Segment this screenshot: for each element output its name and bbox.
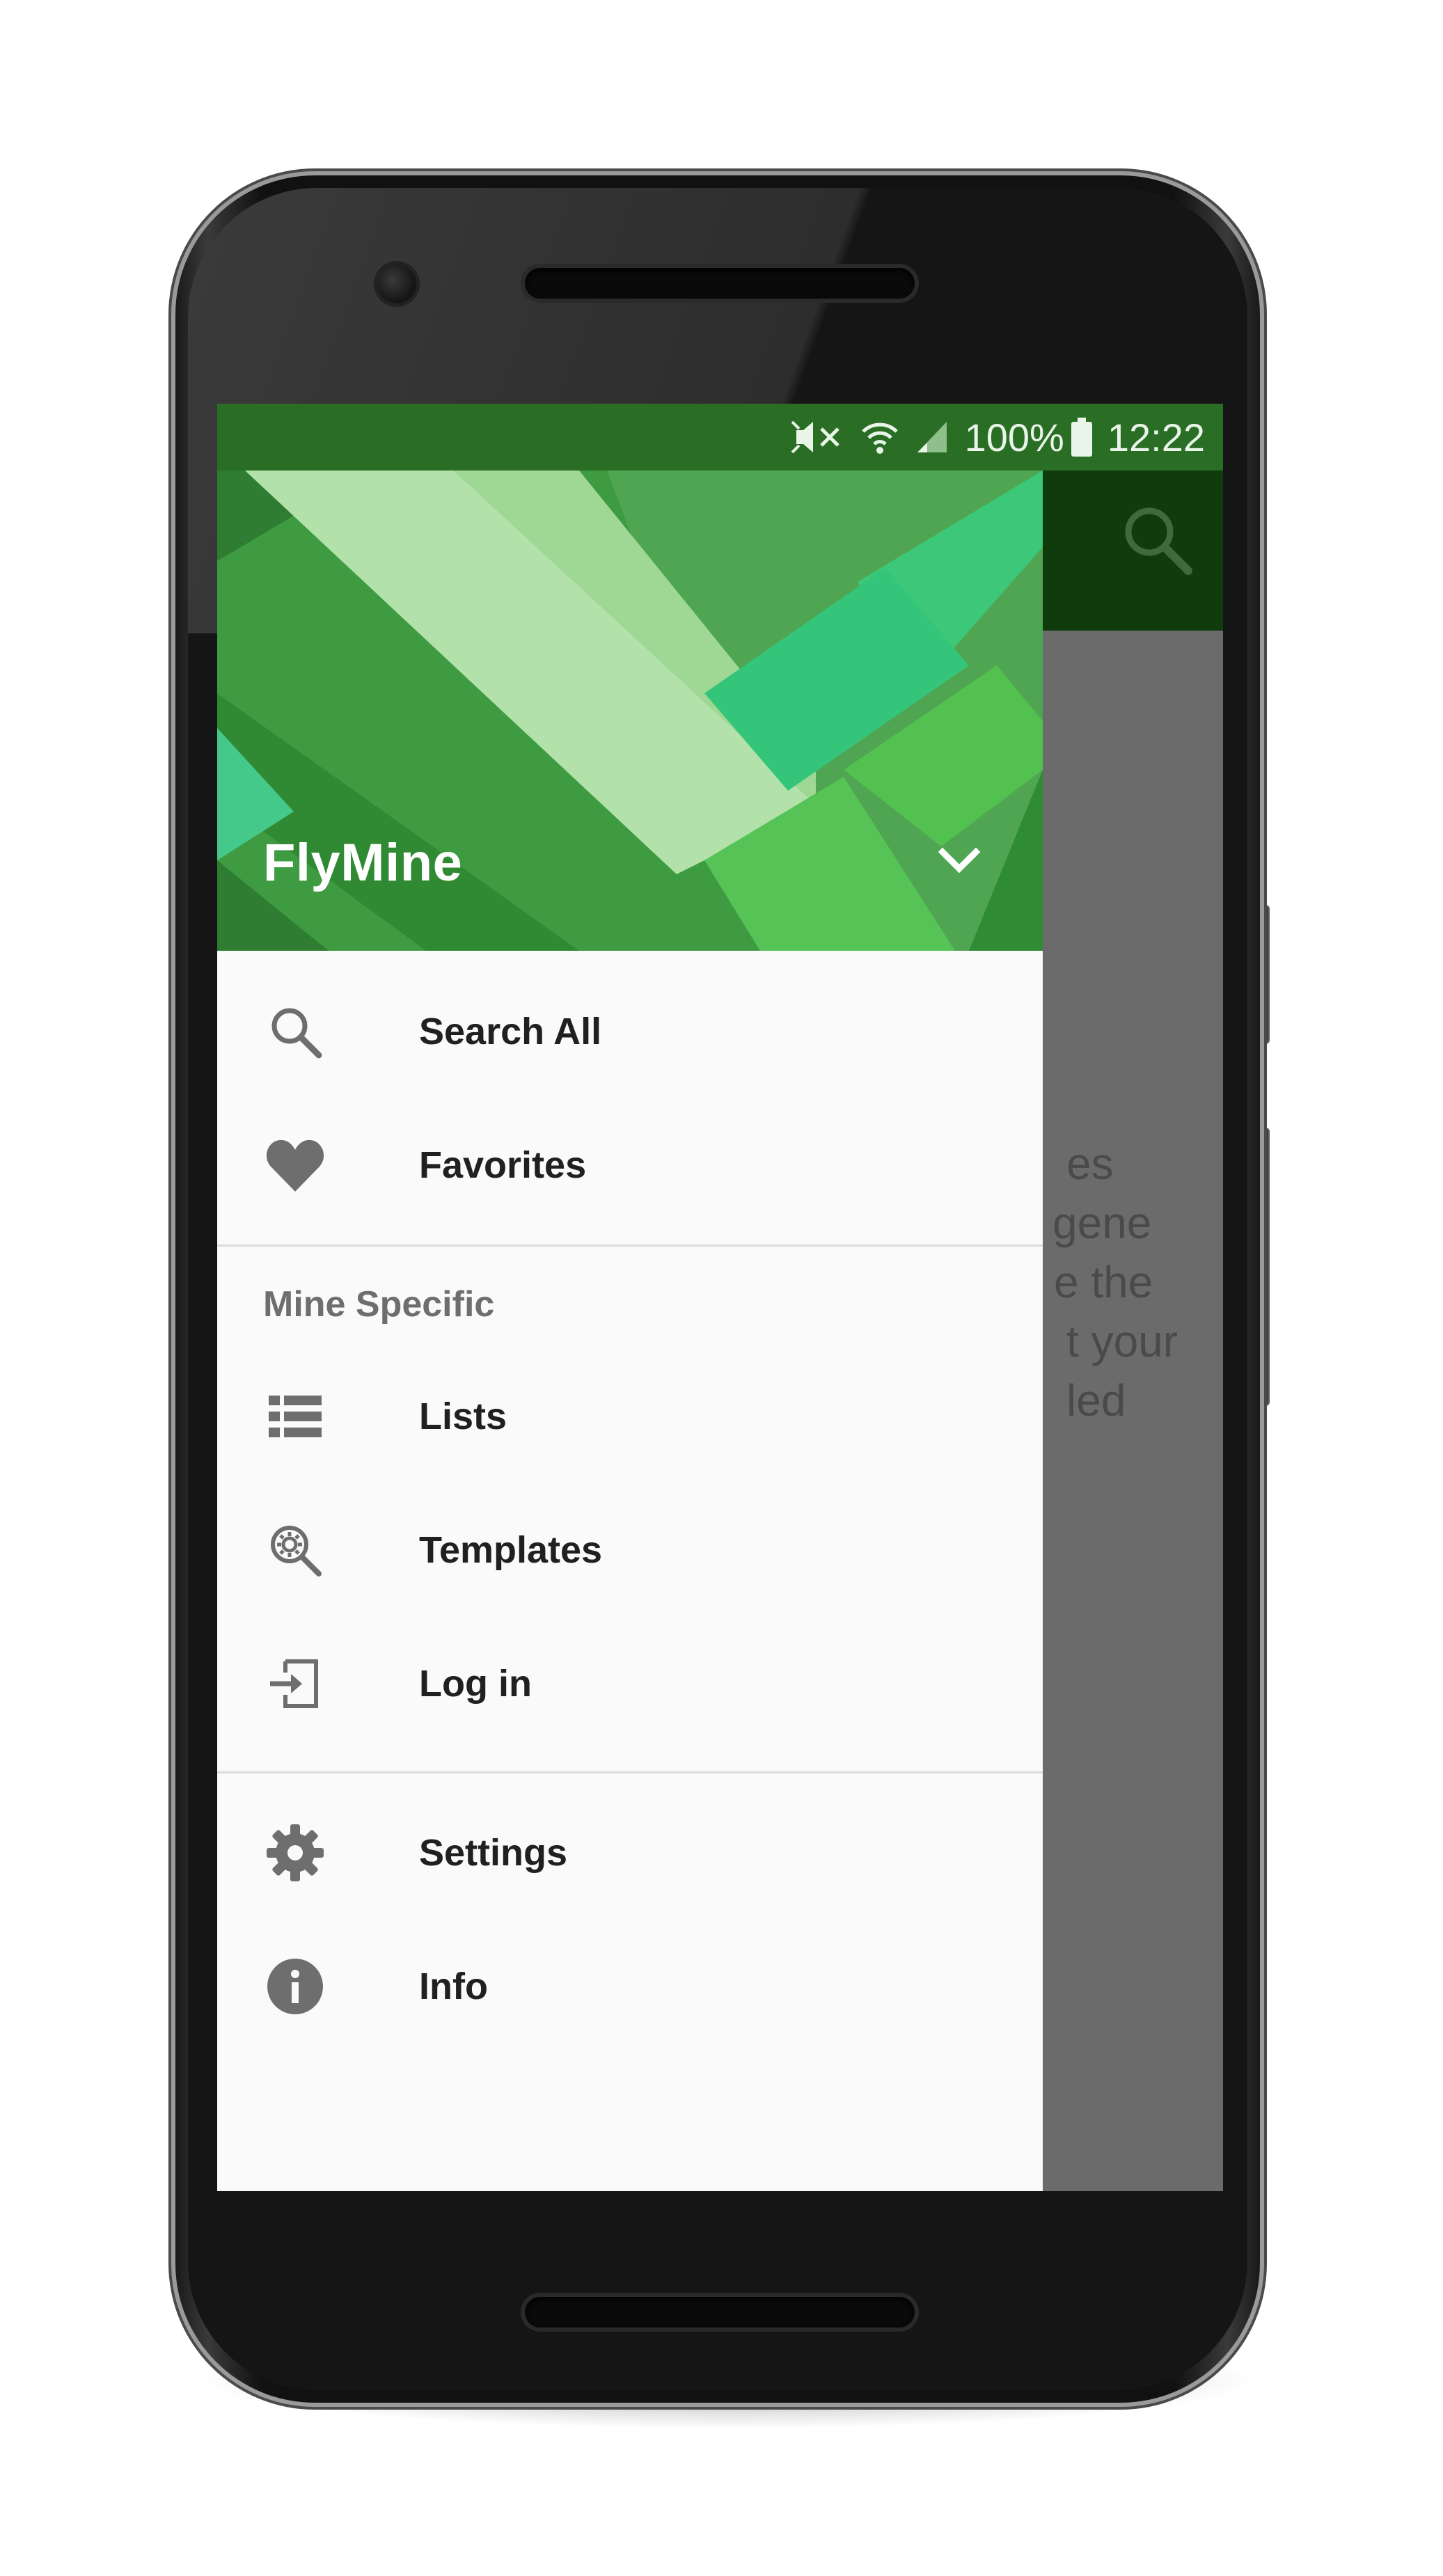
menu-item-templates[interactable]: Templates [217, 1483, 1043, 1617]
menu-label: Info [419, 1966, 488, 2007]
menu-label: Templates [419, 1529, 603, 1571]
primary-menu: Search All Favorites [217, 951, 1043, 1232]
templates-icon [260, 1515, 330, 1585]
section-header: Mine Specific [263, 1284, 495, 1325]
heart-icon [260, 1130, 330, 1200]
signal-icon [915, 419, 949, 455]
menu-label: Log in [419, 1663, 532, 1705]
menu-item-search-all[interactable]: Search All [217, 965, 1043, 1098]
battery-icon [1071, 418, 1092, 457]
bottom-speaker [525, 2297, 915, 2328]
divider [217, 1771, 1043, 1773]
battery-percent: 100% [964, 415, 1064, 459]
screen: 100% 12:22 es gene e the t your led FlyM… [217, 404, 1223, 2191]
menu-label: Search All [419, 1011, 602, 1052]
divider [217, 1244, 1043, 1247]
device-mockup: 100% 12:22 es gene e the t your led FlyM… [0, 0, 1443, 2576]
menu-item-settings[interactable]: Settings [217, 1786, 1043, 1920]
mute-icon [789, 419, 845, 455]
footer-menu: Settings Info [217, 1786, 1043, 2053]
menu-item-info[interactable]: Info [217, 1920, 1043, 2053]
background-text-line: t your [1066, 1316, 1178, 1366]
volume-button [1259, 1128, 1270, 1406]
top-speaker [525, 268, 915, 299]
front-camera [377, 264, 416, 303]
login-icon [260, 1649, 330, 1718]
menu-label: Settings [419, 1832, 568, 1874]
menu-label: Lists [419, 1396, 507, 1437]
menu-item-favorites[interactable]: Favorites [217, 1098, 1043, 1232]
background-text: es gene e the t your led [1039, 1135, 1223, 1430]
power-button [1259, 905, 1270, 1044]
drawer-header: FlyMine [217, 471, 1043, 951]
info-icon [260, 1952, 330, 2021]
background-text-line: es [1066, 1139, 1114, 1189]
background-text-line: led [1066, 1375, 1126, 1425]
menu-item-log-in[interactable]: Log in [217, 1617, 1043, 1751]
mine-menu: Lists Templates Log in [217, 1350, 1043, 1751]
menu-item-lists[interactable]: Lists [217, 1350, 1043, 1483]
menu-label: Favorites [419, 1144, 587, 1186]
background-text-line: e the [1054, 1257, 1153, 1307]
chevron-down-icon[interactable] [931, 832, 987, 888]
clock: 12:22 [1107, 415, 1205, 459]
search-icon[interactable] [1119, 501, 1195, 578]
status-bar: 100% 12:22 [217, 404, 1223, 471]
list-icon [260, 1382, 330, 1451]
wifi-icon [860, 419, 899, 455]
search-icon [260, 997, 330, 1066]
mine-name: FlyMine [263, 833, 463, 892]
gear-icon [260, 1818, 330, 1888]
background-text-line: gene [1052, 1198, 1152, 1248]
navigation-drawer: FlyMine Search All Favorites Mine Specif… [217, 471, 1043, 2191]
